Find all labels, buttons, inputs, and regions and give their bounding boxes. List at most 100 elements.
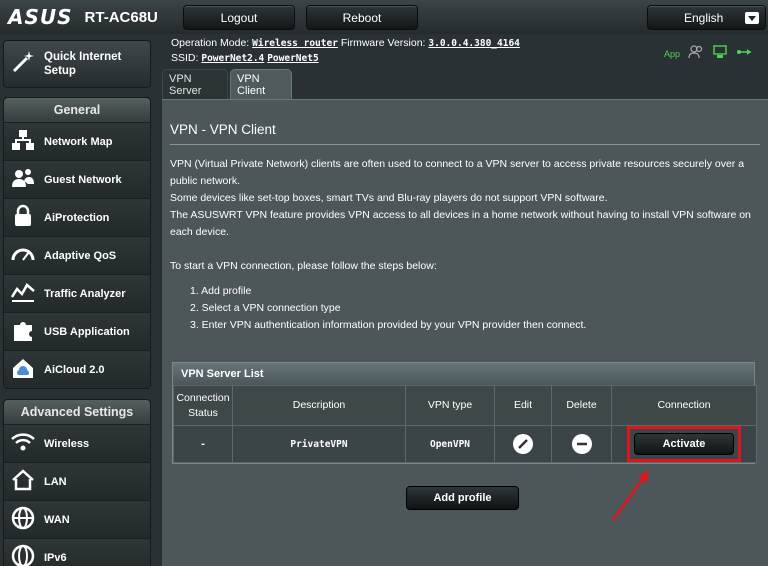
column-header-type: VPN type [405, 385, 495, 426]
quick-internet-setup-label: Quick Internet Setup [44, 51, 122, 77]
table-row: - PrivateVPN OpenVPN Activate [173, 425, 757, 463]
activate-button[interactable]: Activate [634, 433, 734, 455]
sidebar-item-label: WAN [44, 513, 70, 526]
cell-delete [551, 425, 612, 463]
ssid-link-5[interactable]: PowerNet5 [267, 53, 318, 64]
page-title: VPN - VPN Client [170, 122, 276, 137]
sidebar-item-usb-application[interactable]: USB Application [4, 312, 150, 350]
sidebar-item-ipv6[interactable]: IPv6 [4, 538, 150, 566]
step-item: 1. Add profile [190, 285, 252, 297]
cell-status: - [173, 425, 233, 463]
intro-paragraph-1: VPN (Virtual Private Network) clients ar… [170, 158, 745, 187]
title-divider [170, 144, 760, 145]
cell-type: OpenVPN [405, 425, 495, 463]
cell-edit [494, 425, 552, 463]
brand: ASUS RT-AC68U [8, 5, 158, 29]
sidebar-item-label: Network Map [44, 135, 113, 148]
sidebar-item-wan[interactable]: WAN [4, 500, 150, 538]
sidebar-item-label: USB Application [44, 325, 130, 338]
sidebar-item-label: Wireless [44, 437, 90, 450]
magic-wand-icon [10, 49, 36, 79]
vpn-server-list: VPN Server List Connection Status Descri… [172, 362, 757, 464]
column-header-edit: Edit [494, 385, 552, 426]
ssid-label: SSID: [171, 52, 199, 64]
cell-connection: Activate [611, 425, 757, 463]
status-icons: App [664, 44, 752, 63]
language-value: English [684, 10, 724, 25]
sidebar-item-guest-network[interactable]: Guest Network [4, 160, 150, 198]
sidebar-item-aiprotection[interactable]: AiProtection [4, 198, 150, 236]
advanced-menu-header: Advanced Settings [4, 400, 150, 424]
wifi-icon [10, 429, 36, 459]
tab-vpn-server[interactable]: VPN Server [162, 69, 228, 99]
firmware-label: Firmware Version: [340, 37, 426, 49]
cloud-house-icon [10, 355, 36, 385]
add-profile-button[interactable]: Add profile [406, 486, 519, 510]
speedometer-icon [10, 241, 36, 271]
tab-vpn-client[interactable]: VPN Client [230, 69, 292, 99]
operation-mode-link[interactable]: Wireless router [252, 38, 338, 49]
app-status-label[interactable]: App [664, 49, 680, 59]
sidebar-item-adaptive-qos[interactable]: Adaptive QoS [4, 236, 150, 274]
step-item: 2. Select a VPN connection type [190, 302, 341, 314]
house-icon [10, 467, 36, 497]
status-line: Operation Mode: Wireless router Firmware… [171, 36, 520, 66]
sidebar-item-wireless[interactable]: Wireless [4, 424, 150, 462]
sidebar-item-label: Guest Network [44, 173, 122, 186]
ipv6-globe-icon [10, 543, 36, 566]
sidebar-item-label: Adaptive QoS [44, 249, 117, 262]
vpn-server-table: Connection Status Description VPN type E… [173, 385, 757, 463]
cell-description: PrivateVPN [232, 425, 406, 463]
guest-network-icon [10, 165, 36, 195]
sidebar-item-traffic-analyzer[interactable]: Traffic Analyzer [4, 274, 150, 312]
delete-minus-icon[interactable] [571, 434, 592, 454]
quick-internet-setup-button[interactable]: Quick Internet Setup [3, 40, 151, 88]
advanced-menu: Advanced Settings Wireless LAN WAN IPv6 [3, 399, 151, 566]
globe-icon [10, 505, 36, 535]
column-header-delete: Delete [551, 385, 612, 426]
traffic-chart-icon [10, 279, 36, 309]
sidebar-item-aicloud[interactable]: AiCloud 2.0 [4, 350, 150, 388]
activate-highlight-box: Activate [627, 426, 741, 462]
sidebar-item-label: AiProtection [44, 211, 110, 224]
firmware-link[interactable]: 3.0.0.4.380_4164 [428, 38, 520, 49]
sidebar-item-label: LAN [44, 475, 67, 488]
chevron-down-icon[interactable] [745, 12, 759, 24]
general-menu-header: General [4, 98, 150, 122]
step-item: 3. Enter VPN authentication information … [190, 319, 587, 331]
puzzle-icon [10, 317, 36, 347]
sidebar-item-label: IPv6 [44, 551, 67, 564]
edit-pencil-icon[interactable] [513, 434, 533, 454]
router-model: RT-AC68U [84, 8, 158, 26]
network-status-icon[interactable] [712, 44, 728, 63]
intro-paragraph-2: Some devices like set-top boxes, smart T… [170, 192, 608, 204]
steps-intro: To start a VPN connection, please follow… [170, 260, 437, 272]
sidebar-item-network-map[interactable]: Network Map [4, 122, 150, 160]
annotation-arrow-icon [611, 470, 649, 521]
asus-logo: ASUS [8, 5, 73, 29]
main-panel: VPN - VPN Client VPN (Virtual Private Ne… [162, 99, 768, 566]
network-map-icon [10, 127, 36, 157]
sidebar-item-lan[interactable]: LAN [4, 462, 150, 500]
column-header-connection: Connection [611, 385, 757, 426]
steps-list: 1. Add profile 2. Select a VPN connectio… [170, 283, 760, 334]
reboot-button[interactable]: Reboot [306, 5, 418, 30]
usb-status-icon[interactable] [736, 44, 752, 63]
ssid-link-24[interactable]: PowerNet2.4 [201, 53, 264, 64]
general-menu: General Network Map Guest Network AiProt… [3, 97, 151, 389]
sidebar-item-label: Traffic Analyzer [44, 287, 126, 300]
sidebar-item-label: AiCloud 2.0 [44, 363, 105, 376]
logout-button[interactable]: Logout [183, 5, 295, 30]
column-header-status: Connection Status [173, 385, 233, 426]
lock-icon [10, 203, 36, 233]
top-bar: ASUS RT-AC68U Logout Reboot English [0, 0, 768, 34]
users-status-icon[interactable] [688, 44, 704, 63]
operation-mode-label: Operation Mode: [171, 37, 250, 49]
intro-paragraph-3: The ASUSWRT VPN feature provides VPN acc… [170, 209, 751, 238]
column-header-description: Description [232, 385, 406, 426]
intro-text: VPN (Virtual Private Network) clients ar… [170, 156, 760, 334]
language-select[interactable]: English [647, 5, 766, 30]
table-header-row: Connection Status Description VPN type E… [173, 385, 757, 426]
vpn-server-list-caption: VPN Server List [173, 363, 754, 385]
